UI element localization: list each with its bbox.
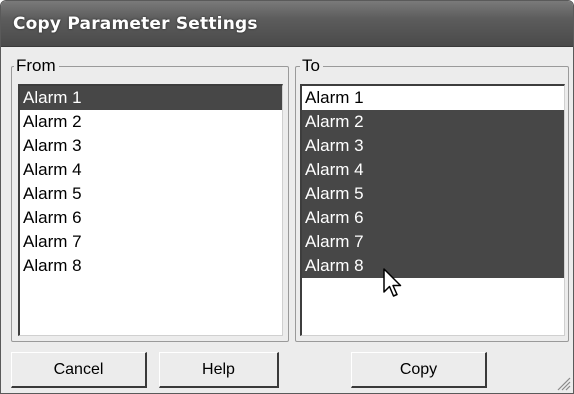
to-list-item[interactable]: Alarm 3 xyxy=(302,134,564,158)
to-list-item[interactable]: Alarm 6 xyxy=(302,206,564,230)
from-group: From Alarm 1 Alarm 2 Alarm 3 Alarm 4 Ala… xyxy=(11,56,289,342)
title-bar[interactable]: Copy Parameter Settings xyxy=(1,1,573,47)
to-group: To Alarm 1 Alarm 2 Alarm 3 Alarm 4 Alarm… xyxy=(295,56,569,342)
to-group-legend: To xyxy=(300,56,323,76)
to-list-item[interactable]: Alarm 5 xyxy=(302,182,564,206)
copy-parameter-settings-dialog: Copy Parameter Settings From Alarm 1 Ala… xyxy=(0,0,574,394)
from-list-item[interactable]: Alarm 4 xyxy=(20,158,282,182)
copy-button[interactable]: Copy xyxy=(351,352,487,388)
from-list-item[interactable]: Alarm 6 xyxy=(20,206,282,230)
resize-grip-icon[interactable] xyxy=(555,375,571,391)
dialog-title: Copy Parameter Settings xyxy=(13,14,258,34)
from-list-item[interactable]: Alarm 8 xyxy=(20,254,282,278)
from-list-item[interactable]: Alarm 3 xyxy=(20,134,282,158)
to-list-item[interactable]: Alarm 1 xyxy=(302,86,564,110)
to-list-item[interactable]: Alarm 8 xyxy=(302,254,564,278)
from-list-item[interactable]: Alarm 7 xyxy=(20,230,282,254)
to-list-item[interactable]: Alarm 2 xyxy=(302,110,564,134)
from-list-item[interactable]: Alarm 1 xyxy=(20,86,282,110)
to-listbox[interactable]: Alarm 1 Alarm 2 Alarm 3 Alarm 4 Alarm 5 … xyxy=(300,84,565,336)
from-group-legend: From xyxy=(14,56,59,76)
dialog-client-area: From Alarm 1 Alarm 2 Alarm 3 Alarm 4 Ala… xyxy=(1,48,573,393)
help-button[interactable]: Help xyxy=(159,352,279,388)
from-list-item[interactable]: Alarm 2 xyxy=(20,110,282,134)
from-listbox[interactable]: Alarm 1 Alarm 2 Alarm 3 Alarm 4 Alarm 5 … xyxy=(18,84,283,336)
cancel-button[interactable]: Cancel xyxy=(11,352,147,388)
to-list-item[interactable]: Alarm 4 xyxy=(302,158,564,182)
to-list-item[interactable]: Alarm 7 xyxy=(302,230,564,254)
from-list-item[interactable]: Alarm 5 xyxy=(20,182,282,206)
